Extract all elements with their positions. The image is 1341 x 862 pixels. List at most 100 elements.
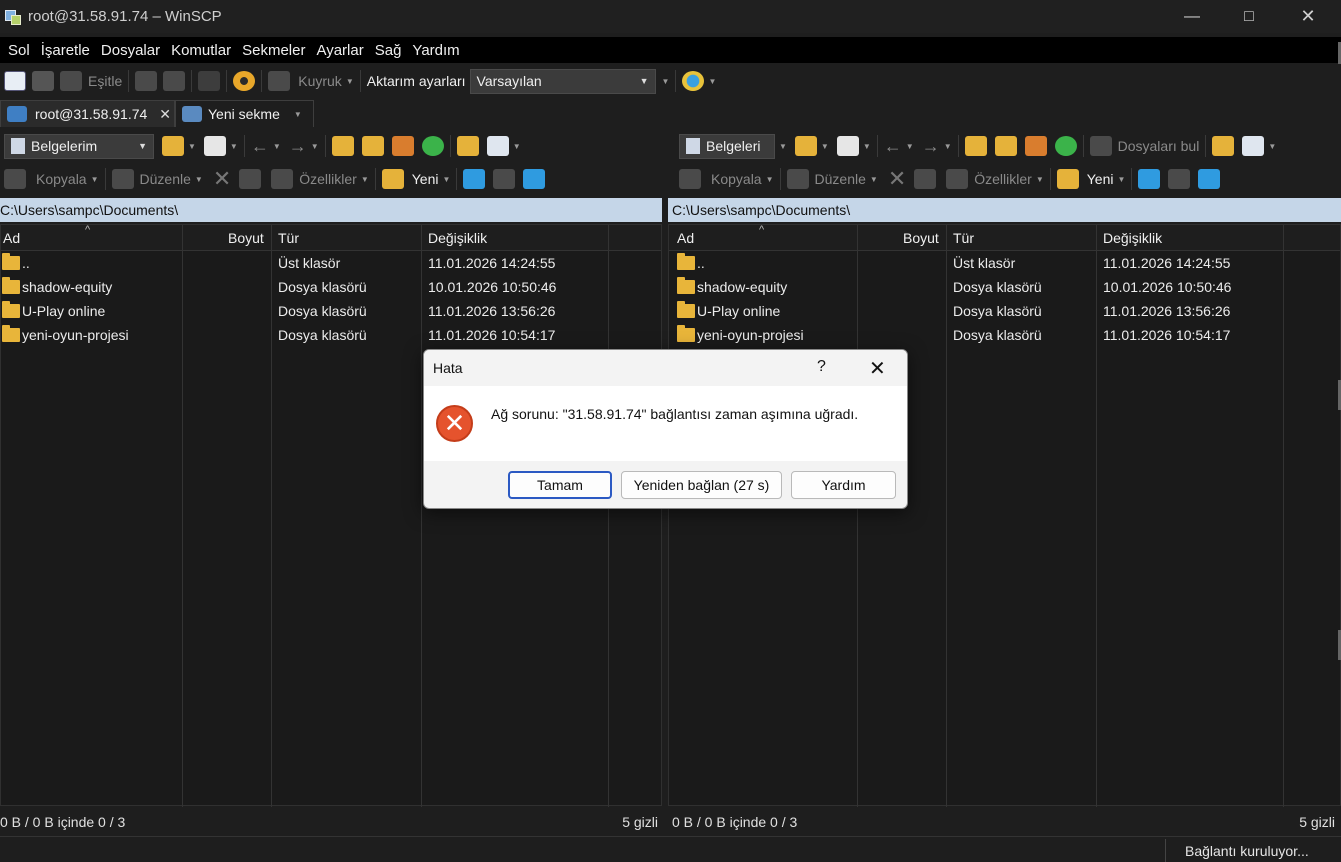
root-directory-icon[interactable] xyxy=(361,136,384,156)
left-hidden-count[interactable]: 5 gizli xyxy=(622,814,658,830)
menu-tabs[interactable]: Sekmeler xyxy=(242,42,305,59)
home-icon[interactable] xyxy=(1024,136,1047,156)
table-row[interactable]: U-Play online Dosya klasörü 11.01.2026 1… xyxy=(1,300,661,324)
menu-mark[interactable]: İşaretle xyxy=(41,42,90,59)
open-folder-icon[interactable] xyxy=(794,136,817,156)
column-type[interactable]: Tür xyxy=(953,230,974,246)
home-icon[interactable] xyxy=(391,136,414,156)
right-hidden-count[interactable]: 5 gizli xyxy=(1299,814,1335,830)
delete-icon[interactable]: ✕ xyxy=(888,166,906,192)
chevron-down-icon[interactable]: ▼ xyxy=(779,142,787,151)
tree-view-icon[interactable] xyxy=(456,136,479,156)
invert-selection-icon[interactable] xyxy=(1198,169,1221,189)
terminal-icon[interactable] xyxy=(135,71,158,91)
close-tab-icon[interactable]: ✕ xyxy=(159,106,171,123)
table-row[interactable]: shadow-equity Dosya klasörü 10.01.2026 1… xyxy=(1,276,661,300)
right-copy-button[interactable]: Kopyala xyxy=(711,166,762,192)
find-files-button[interactable]: Dosyaları bul xyxy=(1118,133,1200,159)
filter-icon[interactable] xyxy=(203,136,226,156)
left-new-button[interactable]: Yeni xyxy=(412,166,439,192)
chevron-down-icon[interactable]: ▼ xyxy=(906,142,914,151)
new-icon[interactable] xyxy=(1056,169,1079,189)
refresh-session-icon[interactable] xyxy=(198,71,221,91)
parent-directory-icon[interactable] xyxy=(331,136,354,156)
parent-directory-icon[interactable] xyxy=(964,136,987,156)
forward-arrow-icon[interactable]: → xyxy=(289,136,307,157)
left-properties-button[interactable]: Özellikler xyxy=(299,166,357,192)
view-details-icon[interactable] xyxy=(486,136,509,156)
find-files-icon[interactable] xyxy=(1089,136,1112,156)
root-directory-icon[interactable] xyxy=(994,136,1017,156)
chevron-down-icon[interactable]: ▼ xyxy=(1118,175,1126,184)
putty-icon[interactable] xyxy=(163,71,186,91)
properties-icon[interactable] xyxy=(271,169,294,189)
reconnect-button[interactable]: Yeniden bağlan (27 s) xyxy=(621,471,782,499)
rename-icon[interactable] xyxy=(914,169,937,189)
invert-selection-icon[interactable] xyxy=(523,169,546,189)
column-modified[interactable]: Değişiklik xyxy=(1103,230,1162,246)
menu-left[interactable]: Sol xyxy=(8,42,30,59)
chevron-down-icon[interactable]: ▼ xyxy=(821,142,829,151)
menu-options[interactable]: Ayarlar xyxy=(316,42,363,59)
chevron-down-icon[interactable]: ▼ xyxy=(708,77,716,86)
right-path-bar[interactable]: C:\Users\sampc\Documents\ xyxy=(668,198,1341,222)
unselect-minus-icon[interactable] xyxy=(1168,169,1191,189)
new-icon[interactable] xyxy=(381,169,404,189)
column-type[interactable]: Tür xyxy=(278,230,299,246)
queue-button[interactable]: Kuyruk xyxy=(298,68,342,94)
copy-icon[interactable] xyxy=(679,169,701,189)
compare-directories-icon[interactable] xyxy=(4,71,26,91)
delete-icon[interactable]: ✕ xyxy=(213,166,231,192)
copy-icon[interactable] xyxy=(4,169,26,189)
right-edit-button[interactable]: Düzenle xyxy=(815,166,866,192)
unselect-minus-icon[interactable] xyxy=(493,169,516,189)
right-properties-button[interactable]: Özellikler xyxy=(974,166,1032,192)
tree-view-icon[interactable] xyxy=(1212,136,1235,156)
chevron-down-icon[interactable]: ▼ xyxy=(346,77,354,86)
chevron-down-icon[interactable]: ▼ xyxy=(361,175,369,184)
table-row[interactable]: shadow-equity Dosya klasörü 10.01.2026 1… xyxy=(669,276,1340,300)
properties-icon[interactable] xyxy=(946,169,969,189)
edit-icon[interactable] xyxy=(786,169,809,189)
chevron-down-icon[interactable]: ▼ xyxy=(311,142,319,151)
tab-session[interactable]: root@31.58.91.74 ✕ xyxy=(0,100,175,127)
maximize-button[interactable]: □ xyxy=(1220,0,1278,33)
chevron-down-icon[interactable]: ▼ xyxy=(273,142,281,151)
table-row[interactable]: yeni-oyun-projesi Dosya klasörü 11.01.20… xyxy=(1,324,661,348)
menu-right[interactable]: Sağ xyxy=(375,42,402,59)
chevron-down-icon[interactable]: ▼ xyxy=(944,142,952,151)
refresh-icon[interactable] xyxy=(1054,136,1077,156)
left-file-list[interactable]: Ad ^ Boyut Tür Değişiklik .. Üst klasör … xyxy=(0,224,662,807)
rename-icon[interactable] xyxy=(239,169,262,189)
help-button[interactable]: Yardım xyxy=(791,471,896,499)
close-icon[interactable]: ✕ xyxy=(869,356,886,381)
refresh-icon[interactable] xyxy=(421,136,444,156)
synchronize-browsing-icon[interactable] xyxy=(32,71,54,91)
left-copy-button[interactable]: Kopyala xyxy=(36,166,87,192)
chevron-down-icon[interactable]: ▼ xyxy=(863,142,871,151)
table-row[interactable]: .. Üst klasör 11.01.2026 14:24:55 xyxy=(1,252,661,276)
column-name[interactable]: Ad xyxy=(677,230,694,246)
ok-button[interactable]: Tamam xyxy=(508,471,612,499)
chevron-down-icon[interactable]: ▼ xyxy=(443,175,451,184)
chevron-down-icon[interactable]: ▼ xyxy=(766,175,774,184)
column-size[interactable]: Boyut xyxy=(903,230,939,246)
queue-icon[interactable] xyxy=(268,71,291,91)
left-edit-button[interactable]: Düzenle xyxy=(140,166,191,192)
column-name[interactable]: Ad xyxy=(3,230,20,246)
chevron-down-icon[interactable]: ▼ xyxy=(870,175,878,184)
gear-icon[interactable] xyxy=(233,71,256,91)
chevron-down-icon[interactable]: ▼ xyxy=(91,175,99,184)
table-row[interactable]: yeni-oyun-projesi Dosya klasörü 11.01.20… xyxy=(669,324,1340,348)
filter-icon[interactable] xyxy=(836,136,859,156)
view-details-icon[interactable] xyxy=(1242,136,1265,156)
select-plus-icon[interactable] xyxy=(463,169,486,189)
menu-files[interactable]: Dosyalar xyxy=(101,42,160,59)
tab-new[interactable]: Yeni sekme ▼ xyxy=(175,100,314,127)
column-size[interactable]: Boyut xyxy=(228,230,264,246)
chevron-down-icon[interactable]: ▼ xyxy=(1268,142,1276,151)
right-location-select[interactable]: Belgeleri xyxy=(679,133,775,159)
menu-commands[interactable]: Komutlar xyxy=(171,42,231,59)
chevron-down-icon[interactable]: ▼ xyxy=(230,142,238,151)
right-new-button[interactable]: Yeni xyxy=(1087,166,1114,192)
